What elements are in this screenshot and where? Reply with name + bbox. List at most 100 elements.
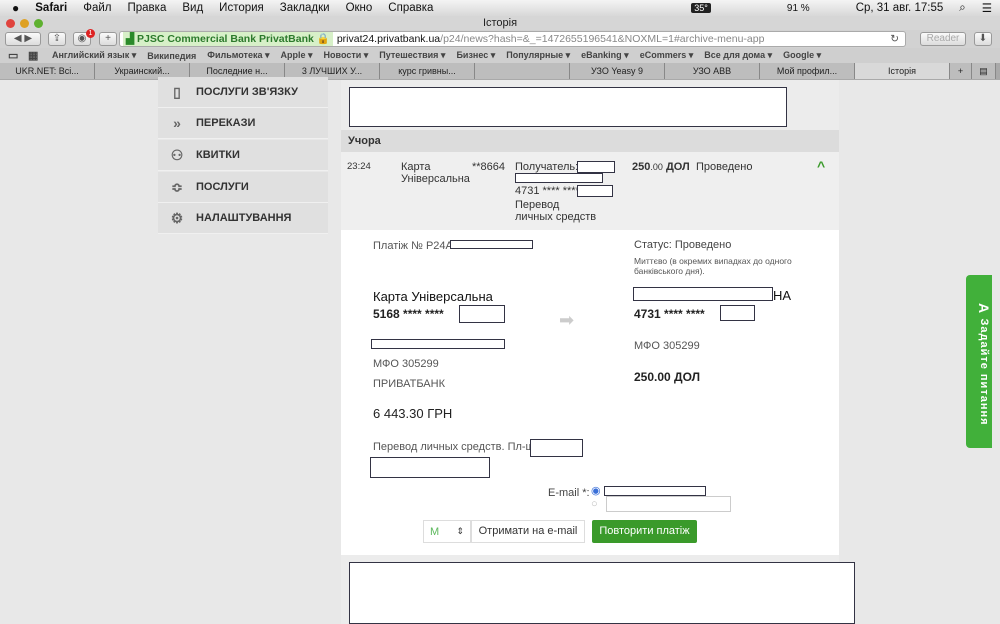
transaction-row[interactable]: 23:24 Карта Універсальна **8664 Получате… — [341, 152, 839, 230]
redacted — [633, 287, 773, 301]
tx-status: Проведено — [696, 161, 753, 173]
url-path: /p24/news?hash=&_=1472655196541&NOXML=1#… — [440, 33, 765, 45]
back-forward-buttons[interactable]: ◀ ▶ — [5, 32, 41, 46]
from-amount: 6 443.30 ГРН — [373, 406, 453, 421]
top-sites-icon[interactable]: ▦ — [28, 49, 38, 62]
zoom-window-button[interactable] — [34, 19, 43, 28]
tx-card: Карта Універсальна — [401, 161, 470, 185]
tab[interactable] — [475, 63, 570, 79]
feedback-label: Задайте питання — [978, 318, 990, 426]
downloads-icon[interactable]: ⬇ — [974, 32, 992, 46]
bookmark[interactable]: eBanking ▾ — [581, 50, 629, 61]
redacted — [370, 457, 490, 478]
menu-app[interactable]: Safari — [35, 2, 67, 14]
bookmark[interactable]: Apple ▾ — [281, 50, 313, 61]
window-titlebar: Історія — [0, 16, 1000, 30]
collapse-chevron-icon[interactable]: ^ — [817, 158, 825, 174]
ask-question-tab[interactable]: A Задайте питання — [966, 275, 992, 448]
bookmark[interactable]: Википедия — [147, 51, 196, 61]
redacted — [371, 339, 505, 349]
tx-card-mask: **8664 — [472, 161, 506, 173]
extension-button[interactable]: ◉ 1 — [73, 29, 95, 46]
tab[interactable]: Мой профил... — [760, 63, 855, 79]
tab[interactable]: курс гривны... — [380, 63, 475, 79]
reader-button[interactable]: Reader — [920, 32, 966, 46]
bookmark[interactable]: Новости ▾ — [324, 50, 369, 61]
redacted — [450, 240, 533, 249]
sidebar-item-tickets[interactable]: ⚇ КВИТКИ — [158, 140, 328, 171]
notifications-icon[interactable]: ☰ — [982, 1, 992, 15]
email-service-select[interactable]: M ⇕ — [423, 520, 471, 543]
bookmarks-bar: ▭ ▦ Английский язык ▾ Википедия Фильмоте… — [0, 48, 1000, 63]
redacted-block — [349, 562, 855, 624]
redacted — [515, 173, 603, 183]
apple-icon[interactable]: ● — [12, 1, 19, 15]
bookmark[interactable]: Английский язык ▾ — [52, 50, 136, 61]
address-bar[interactable]: ▟ PJSC Commercial Bank PrivatBank 🔒 priv… — [119, 31, 906, 47]
bookmark[interactable]: Все для дома ▾ — [704, 50, 772, 61]
to-mfo: МФО 305299 — [634, 340, 700, 352]
bookmark[interactable]: Бизнес ▾ — [456, 50, 495, 61]
menu-item[interactable]: Вид — [182, 2, 203, 14]
sidebar-item-label: ПОСЛУГИ ЗВ'ЯЗКУ — [196, 86, 298, 98]
bookmark[interactable]: Google ▾ — [783, 50, 821, 61]
phone-icon: ▯ — [173, 83, 181, 100]
sidebar-item-settings[interactable]: ⚙ НАЛАШТУВАННЯ — [158, 203, 328, 234]
spotlight-icon[interactable]: ⌕ — [959, 2, 965, 15]
arrow-right-icon: ➡ — [559, 310, 575, 330]
temp-indicator[interactable]: 35° — [691, 3, 711, 13]
share-icon[interactable]: ⇪ — [48, 32, 66, 46]
menu-item[interactable]: Файл — [83, 2, 111, 14]
purpose-text: Перевод личных средств. Пл-щик: — [373, 441, 549, 453]
tab[interactable]: УЗО Yeasy 9 — [570, 63, 665, 79]
menu-item[interactable]: Справка — [388, 2, 433, 14]
email-input[interactable] — [606, 496, 731, 512]
battery-text[interactable]: 91 % — [787, 3, 810, 14]
to-card-number: 4731 **** **** — [634, 307, 705, 321]
tx-time: 23:24 — [347, 161, 371, 172]
tab[interactable]: УЗО ABB — [665, 63, 760, 79]
tx-purpose: Перевод личных средств — [515, 199, 597, 223]
tab-active[interactable]: Історія — [855, 63, 950, 79]
clock[interactable]: Ср, 31 авг. 17:55 — [856, 2, 944, 14]
new-tab-button[interactable]: + — [99, 32, 117, 46]
email-label: E-mail *: — [548, 487, 590, 499]
bookmark[interactable]: Популярные ▾ — [506, 50, 570, 61]
reload-icon[interactable]: ↻ — [890, 32, 899, 46]
email-field-saved[interactable] — [604, 486, 706, 496]
send-email-button[interactable]: Отримати на e-mail — [471, 520, 585, 543]
secure-site-badge[interactable]: ▟ PJSC Commercial Bank PrivatBank 🔒 — [123, 32, 333, 46]
email-radio-selected[interactable]: ◉ — [591, 484, 601, 497]
tab-bar: UKR.NET: Всі... Украинский... Последние … — [0, 63, 1000, 80]
tab-overview-button[interactable]: ▤ — [972, 63, 996, 79]
select-arrows-icon: ⇕ — [456, 526, 464, 536]
sidebar-item-transfers[interactable]: » ПЕРЕКАЗИ — [158, 108, 328, 139]
redacted — [577, 161, 615, 173]
payment-number: Платіж № P24A1 — [373, 240, 459, 252]
bookmark[interactable]: Путешествия ▾ — [379, 50, 445, 61]
tab[interactable]: UKR.NET: Всі... — [0, 63, 95, 79]
menu-item[interactable]: Окно — [346, 2, 373, 14]
new-tab-plus-button[interactable]: + — [950, 63, 972, 79]
payment-timing: Миттєво (в окремих випадках до одного ба… — [634, 256, 792, 276]
reading-list-icon[interactable]: ▭ — [8, 49, 18, 62]
sidebar-item-services[interactable]: ≎ ПОСЛУГИ — [158, 172, 328, 203]
redacted — [577, 185, 613, 197]
repeat-payment-button[interactable]: Повторити платіж — [592, 520, 697, 543]
menu-item[interactable]: История — [219, 2, 264, 14]
window-title: Історія — [482, 17, 518, 29]
minimize-window-button[interactable] — [20, 19, 29, 28]
from-mfo: МФО 305299 — [373, 358, 439, 370]
tx-amount: 250.00 ДОЛ — [632, 161, 690, 173]
bookmark[interactable]: eCommers ▾ — [640, 50, 694, 61]
sidebar-item-label: ПЕРЕКАЗИ — [196, 117, 256, 129]
email-radio-other[interactable]: ○ — [591, 498, 598, 510]
close-window-button[interactable] — [6, 19, 15, 28]
menu-item[interactable]: Закладки — [280, 2, 330, 14]
sidebar-item-communication[interactable]: ▯ ПОСЛУГИ ЗВ'ЯЗКУ — [158, 77, 328, 108]
privatbank-logo-icon: ▟ — [126, 33, 137, 45]
menu-item[interactable]: Правка — [128, 2, 167, 14]
transaction-detail: Платіж № P24A1 Статус: Проведено Миттєво… — [341, 230, 839, 555]
bookmark[interactable]: Фильмотека ▾ — [207, 50, 269, 61]
sidebar-item-label: КВИТКИ — [196, 149, 240, 161]
